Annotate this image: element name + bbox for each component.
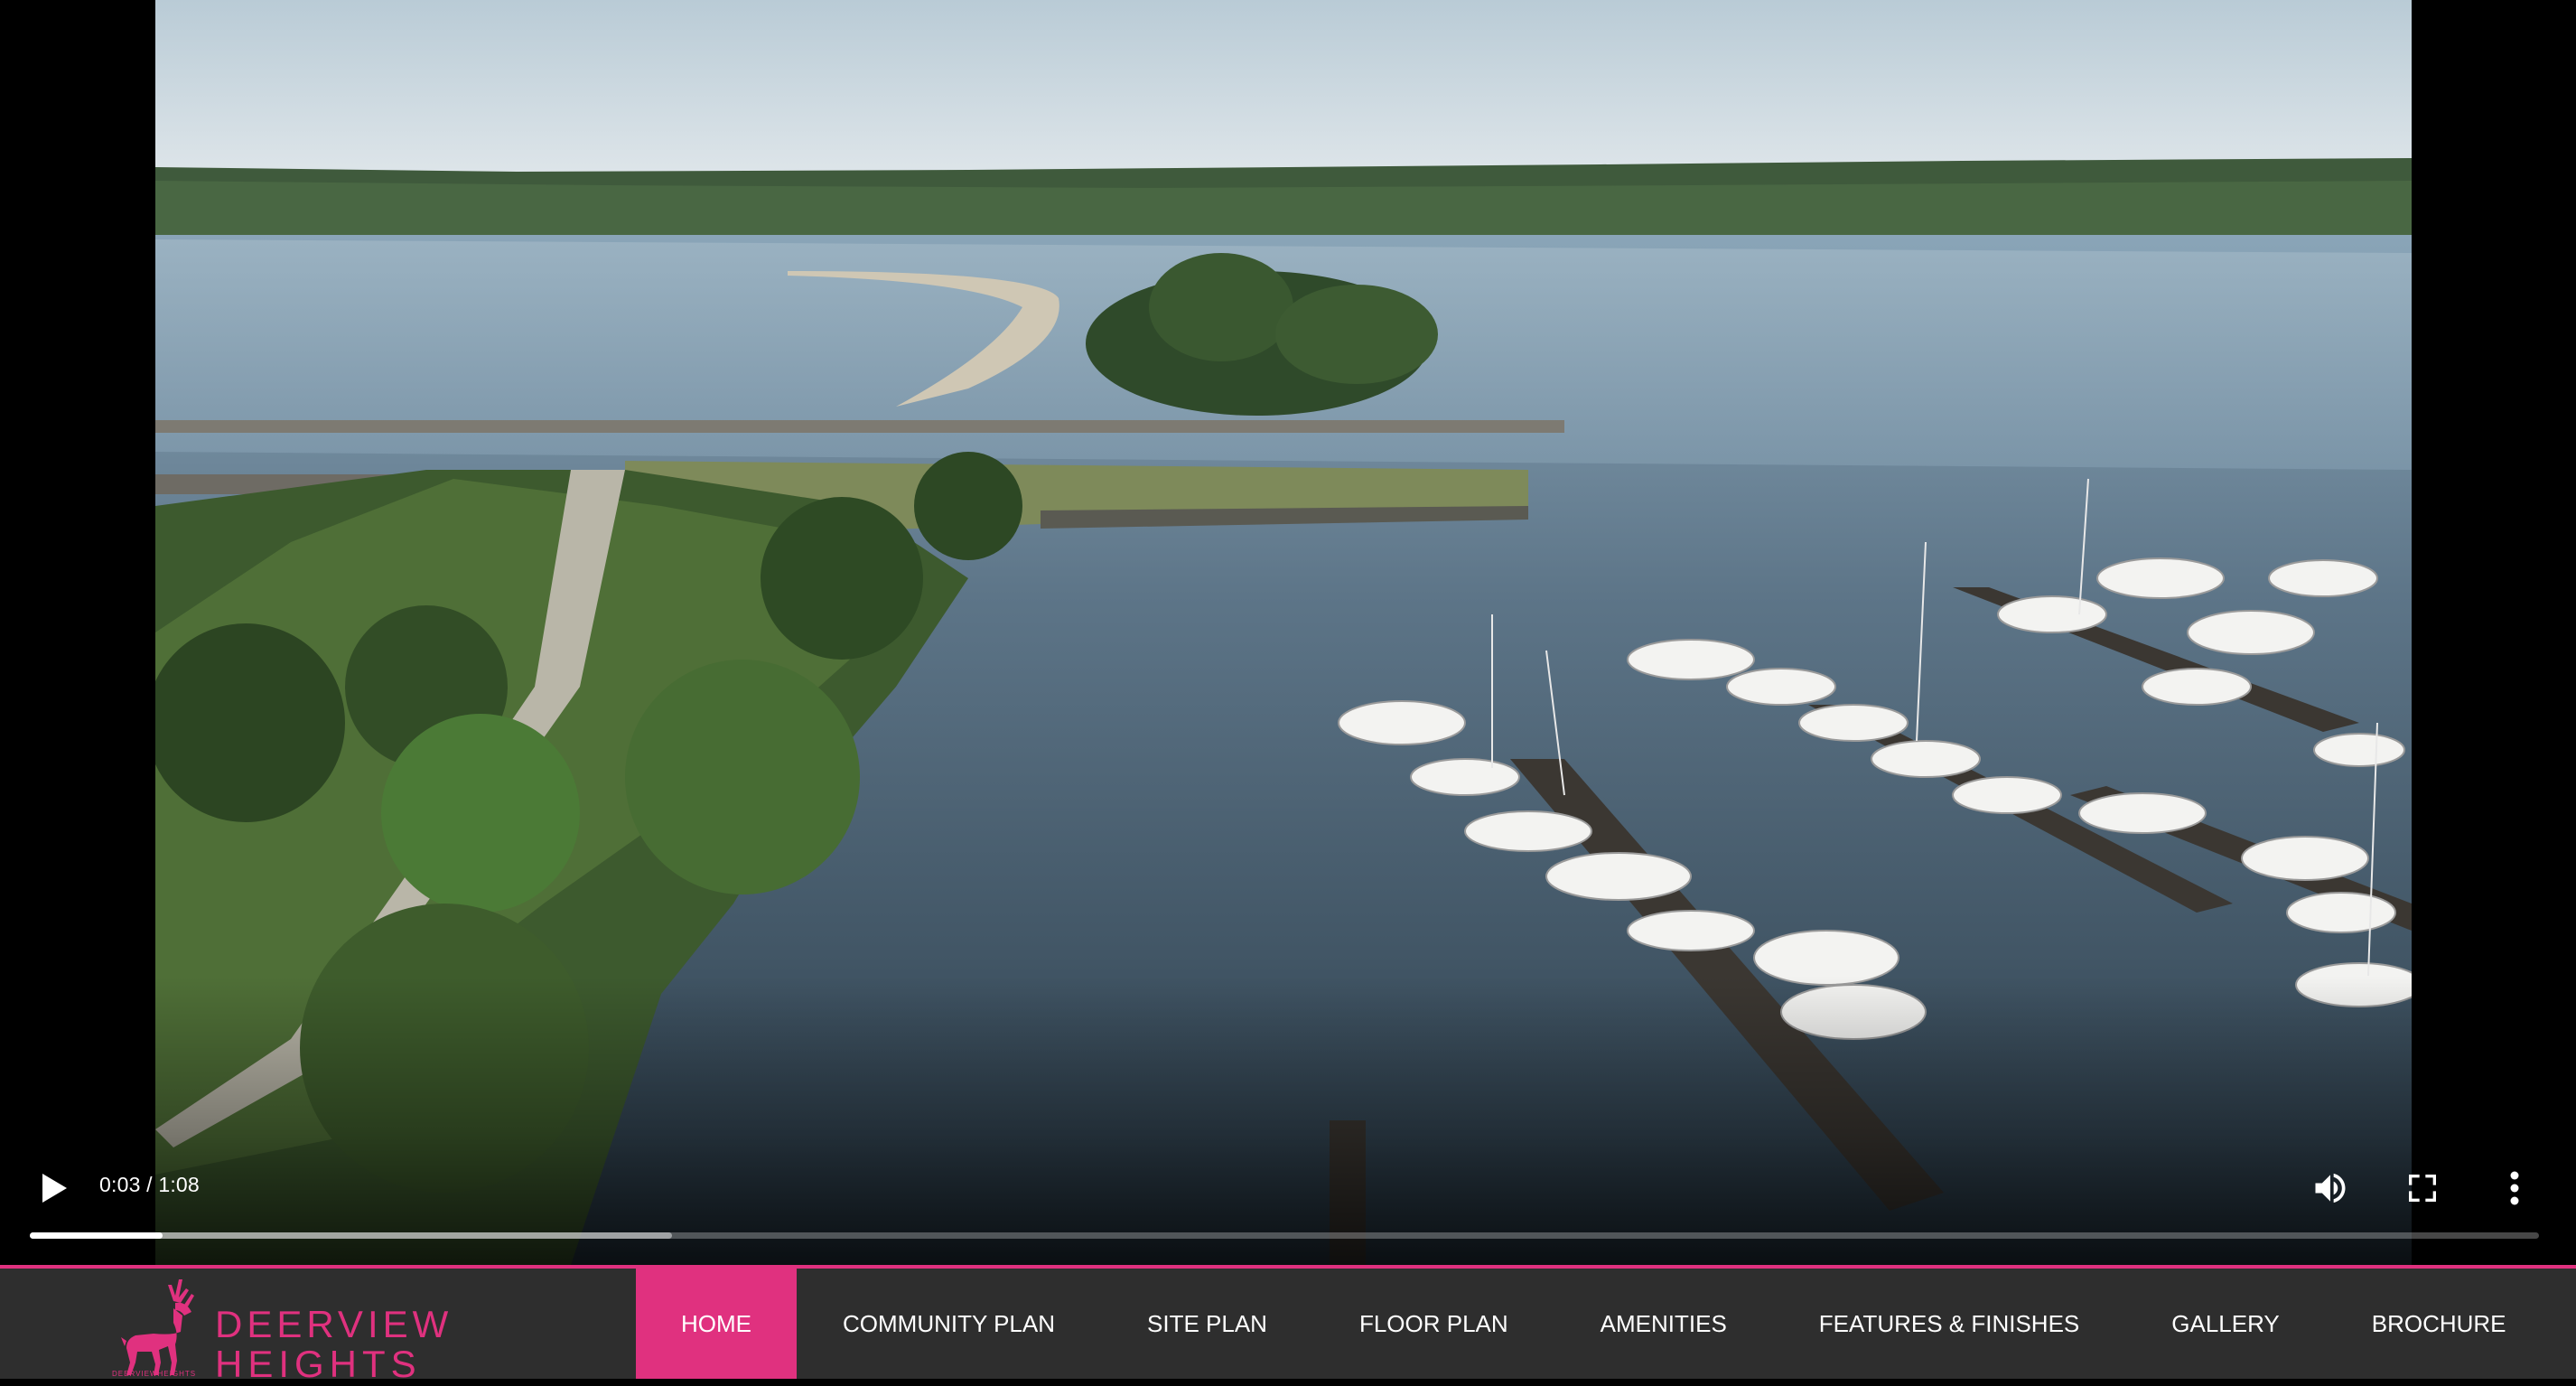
nav-item-gallery[interactable]: GALLERY	[2125, 1269, 2325, 1379]
volume-button[interactable]	[2303, 1161, 2357, 1215]
site-navbar: DEERVIEW HEIGHTS DEERVIEWHEIGHTS HOME CO…	[0, 1265, 2576, 1385]
progress-played	[30, 1232, 163, 1239]
volume-icon	[2315, 1173, 2346, 1203]
more-options-button[interactable]	[2487, 1161, 2542, 1215]
video-player[interactable]: 0:03 / 1:08	[0, 0, 2576, 1265]
play-icon	[42, 1174, 67, 1203]
play-button[interactable]	[27, 1161, 81, 1215]
aerial-marina-scene	[155, 0, 2412, 1265]
time-display: 0:03 / 1:08	[99, 1173, 200, 1196]
nav-item-amenities[interactable]: AMENITIES	[1554, 1269, 1773, 1379]
brand-name-line1: DEERVIEW	[215, 1303, 453, 1345]
main-nav: HOME COMMUNITY PLAN SITE PLAN FLOOR PLAN…	[636, 1269, 2553, 1379]
deer-icon	[121, 1279, 194, 1375]
video-frame-aerial-marina[interactable]	[155, 0, 2412, 1265]
brand-logo[interactable]: DEERVIEW HEIGHTS DEERVIEWHEIGHTS	[108, 1269, 453, 1385]
nav-item-home[interactable]: HOME	[636, 1269, 797, 1379]
brand-name-line2: HEIGHTS	[215, 1343, 422, 1385]
nav-item-floor-plan[interactable]: FLOOR PLAN	[1313, 1269, 1554, 1379]
nav-item-brochure[interactable]: BROCHURE	[2326, 1269, 2553, 1379]
fullscreen-button[interactable]	[2395, 1161, 2450, 1215]
nav-item-community-plan[interactable]: COMMUNITY PLAN	[797, 1269, 1101, 1379]
nav-item-site-plan[interactable]: SITE PLAN	[1101, 1269, 1313, 1379]
progress-bar[interactable]	[30, 1232, 2539, 1239]
more-vert-icon	[2510, 1171, 2519, 1205]
nav-item-features-finishes[interactable]: FEATURES & FINISHES	[1773, 1269, 2125, 1379]
brand-tagline: DEERVIEWHEIGHTS	[112, 1370, 197, 1378]
fullscreen-icon	[2409, 1175, 2436, 1202]
